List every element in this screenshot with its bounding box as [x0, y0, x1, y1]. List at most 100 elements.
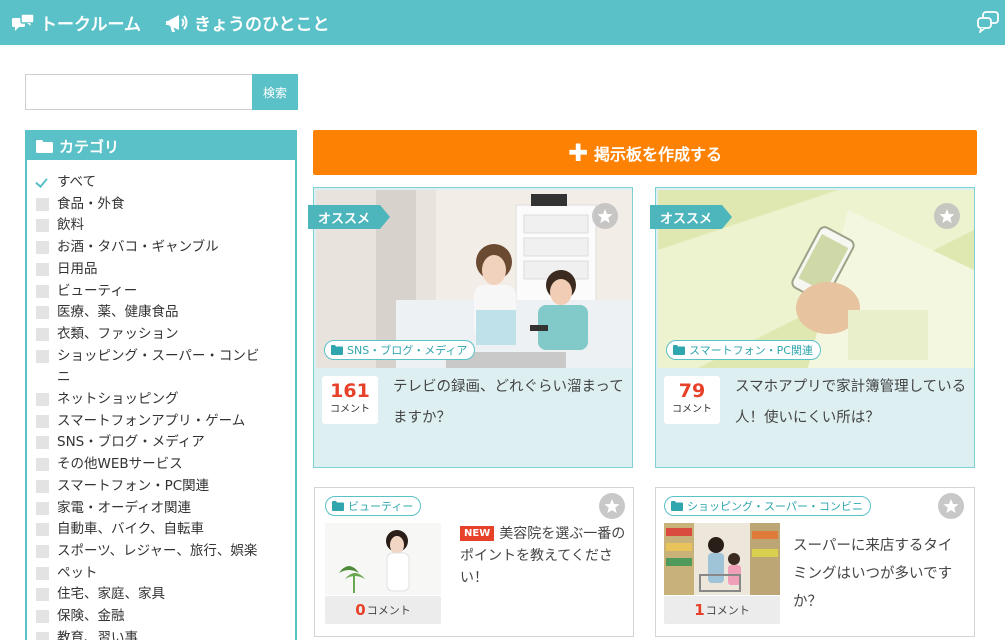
- category-label: ビューティー: [57, 282, 138, 299]
- category-item-pets[interactable]: ペット: [36, 563, 295, 585]
- chat-bubbles-icon: [12, 13, 34, 31]
- checkbox[interactable]: [36, 306, 49, 320]
- category-item-shopping[interactable]: ショッピング・スーパー・コンビニ: [36, 346, 295, 389]
- checkbox[interactable]: [36, 458, 49, 472]
- checkbox[interactable]: [36, 219, 49, 233]
- category-item-smartphone-pc[interactable]: スマートフォン・PC関連: [36, 476, 295, 498]
- category-item-all[interactable]: すべて: [36, 172, 295, 194]
- category-item-alcohol[interactable]: お酒・タバコ・ギャンブル: [36, 237, 295, 259]
- checkbox[interactable]: [36, 414, 49, 428]
- checkbox[interactable]: [36, 176, 49, 189]
- checkbox[interactable]: [36, 393, 49, 407]
- thread-thumbnail: [664, 523, 780, 595]
- category-label: 自動車、バイク、自転車: [57, 521, 205, 538]
- star-icon: [943, 499, 959, 513]
- category-item-education[interactable]: 教育、習い事: [36, 628, 295, 640]
- thread-title[interactable]: NEW 美容院を選ぶ一番のポイントを教えてください！: [460, 523, 628, 589]
- checkbox[interactable]: [36, 631, 49, 640]
- comment-count-number: 161: [330, 380, 370, 402]
- category-label: 保険、金融: [57, 608, 125, 625]
- category-item-web-services[interactable]: その他WEBサービス: [36, 454, 295, 476]
- nav-talk-room[interactable]: トークルーム: [12, 0, 141, 45]
- comment-count-number: 0: [355, 601, 366, 619]
- category-item-housing[interactable]: 住宅、家庭、家具: [36, 584, 295, 606]
- category-item-sns[interactable]: SNS・ブログ・メディア: [36, 432, 295, 454]
- checkbox[interactable]: [36, 436, 49, 450]
- sidebar-title-label: カテゴリ: [59, 137, 120, 156]
- thread-card[interactable]: ショッピング・スーパー・コンビニ 1 コメント スーパーに来店するタイミングはいつ…: [655, 487, 975, 637]
- thread-title[interactable]: スーパーに来店するタイミングはいつが多いですか？: [793, 532, 963, 616]
- category-label: 日用品: [57, 260, 98, 277]
- checkbox[interactable]: [36, 197, 49, 211]
- featured-card[interactable]: オススメ スマートフォン・PC関連 79 コメント スマホアプリで家計簿管理して…: [650, 187, 975, 468]
- search-input[interactable]: [25, 74, 252, 110]
- new-badge: NEW: [460, 526, 495, 541]
- category-item-medical[interactable]: 医療、薬、健康食品: [36, 302, 295, 324]
- category-label: スマートフォンアプリ・ゲーム: [57, 412, 246, 429]
- category-tag-label: ビューティー: [348, 500, 414, 513]
- checkbox[interactable]: [36, 349, 49, 363]
- category-item-appliances[interactable]: 家電・オーディオ関連: [36, 498, 295, 520]
- checkbox[interactable]: [36, 566, 49, 580]
- comment-count-label: コメント: [366, 604, 411, 617]
- featured-card[interactable]: オススメ SNS・ブログ・メディア 161 コメント テレビの録画、どれぐらい溜…: [308, 187, 633, 468]
- category-tag[interactable]: ショッピング・スーパー・コンビニ: [664, 496, 871, 516]
- checkbox[interactable]: [36, 501, 49, 515]
- thread-card[interactable]: ビューティー 0 コメント NEW 美容院を選ぶ一番のポイントを教えてください！: [314, 487, 634, 637]
- thread-title[interactable]: テレビの録画、どれぐらい溜まってますか？: [393, 372, 627, 434]
- search-button[interactable]: 検索: [252, 74, 298, 110]
- checkbox[interactable]: [36, 284, 49, 298]
- comment-count-number: 79: [678, 380, 706, 402]
- category-item-drinks[interactable]: 飲料: [36, 215, 295, 237]
- create-board-label: 掲示板を作成する: [594, 144, 723, 164]
- comment-count-number: 1: [694, 601, 705, 619]
- nav-kyou-no-hitokoto[interactable]: きょうのひとこと: [166, 0, 330, 45]
- folder-icon: [36, 139, 53, 153]
- comment-count-label: コメント: [705, 604, 750, 617]
- create-board-button[interactable]: ✚ 掲示板を作成する: [313, 130, 977, 175]
- checkbox[interactable]: [36, 241, 49, 255]
- category-label: 飲料: [57, 217, 84, 234]
- category-item-fashion[interactable]: 衣類、ファッション: [36, 324, 295, 346]
- comment-count: 1 コメント: [664, 596, 780, 624]
- favorite-star-button[interactable]: [599, 493, 625, 519]
- category-item-apps-games[interactable]: スマートフォンアプリ・ゲーム: [36, 411, 295, 433]
- checkbox[interactable]: [36, 327, 49, 341]
- category-tag[interactable]: ビューティー: [325, 496, 422, 516]
- category-label: ショッピング・スーパー・コンビニ: [57, 347, 260, 386]
- nav-talk-room-label: トークルーム: [40, 15, 141, 35]
- checkbox[interactable]: [36, 479, 49, 493]
- folder-icon: [331, 345, 343, 355]
- category-item-vehicles[interactable]: 自動車、バイク、自転車: [36, 519, 295, 541]
- category-item-beauty[interactable]: ビューティー: [36, 281, 295, 303]
- folder-icon: [673, 345, 685, 355]
- category-tag[interactable]: SNS・ブログ・メディア: [324, 340, 476, 360]
- category-label: 家電・オーディオ関連: [57, 499, 192, 516]
- category-item-daily-goods[interactable]: 日用品: [36, 259, 295, 281]
- category-tag[interactable]: スマートフォン・PC関連: [666, 340, 821, 360]
- checkbox[interactable]: [36, 588, 49, 602]
- thread-title[interactable]: スマホアプリで家計簿管理している人！使いにくい所は？: [735, 372, 969, 434]
- favorite-star-button[interactable]: [934, 203, 960, 229]
- category-label: 住宅、家庭、家具: [57, 586, 165, 603]
- category-tag-label: スマートフォン・PC関連: [689, 344, 813, 357]
- folder-icon: [332, 501, 344, 511]
- category-label: スマートフォン・PC関連: [57, 477, 210, 494]
- category-label: 医療、薬、健康食品: [57, 304, 179, 321]
- category-sidebar: カテゴリ すべて 食品・外食 飲料 お酒・タバコ・ギャンブル 日用品 ビューティ…: [25, 130, 297, 640]
- favorite-star-button[interactable]: [938, 493, 964, 519]
- checkbox[interactable]: [36, 262, 49, 276]
- category-tag-label: SNS・ブログ・メディア: [347, 344, 468, 357]
- favorite-star-button[interactable]: [592, 203, 618, 229]
- category-item-net-shopping[interactable]: ネットショッピング: [36, 389, 295, 411]
- checkbox[interactable]: [36, 610, 49, 624]
- category-list: すべて 食品・外食 飲料 お酒・タバコ・ギャンブル 日用品 ビューティー 医療、…: [27, 160, 295, 640]
- checkbox[interactable]: [36, 544, 49, 558]
- top-header: トークルーム きょうのひとこと: [0, 0, 1005, 45]
- plus-icon: ✚: [567, 138, 589, 167]
- category-item-insurance[interactable]: 保険、金融: [36, 606, 295, 628]
- checkbox[interactable]: [36, 523, 49, 537]
- category-item-food[interactable]: 食品・外食: [36, 194, 295, 216]
- speech-bubbles-icon[interactable]: [977, 11, 999, 35]
- category-item-sports[interactable]: スポーツ、レジャー、旅行、娯楽: [36, 541, 295, 563]
